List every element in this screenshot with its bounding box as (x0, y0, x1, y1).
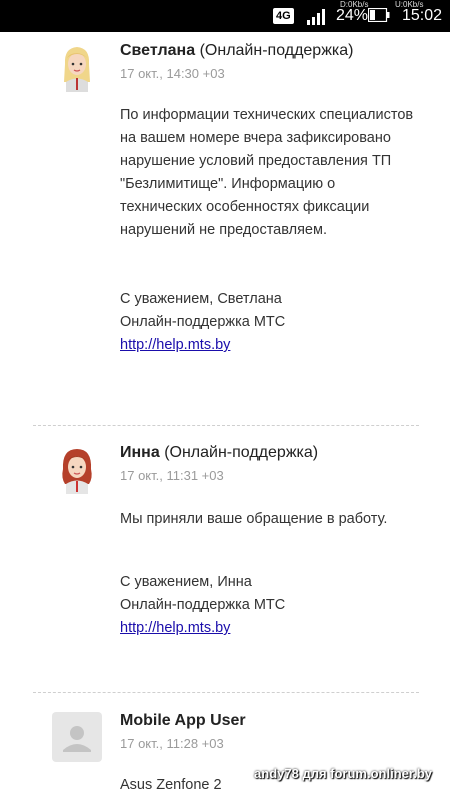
message-body: По информации технических специалистов н… (120, 104, 420, 357)
signature-line: С уважением, Инна (120, 574, 252, 590)
message-date: 17 окт., 11:28 +03 (120, 736, 224, 751)
signature-line: Онлайн-поддержка МТС (120, 597, 286, 613)
message-paragraph: Мы приняли ваше обращение в работу. (120, 511, 388, 527)
agent-avatar-icon (62, 449, 92, 494)
message-divider (33, 692, 419, 693)
signal-icon (307, 9, 325, 25)
message-date: 17 окт., 11:31 +03 (120, 468, 224, 483)
clock: 15:02 (402, 7, 443, 24)
user-avatar-icon (52, 712, 102, 762)
message-author: Mobile App User (120, 712, 246, 729)
message-body: Мы приняли ваше обращение в работу. С ув… (120, 508, 420, 640)
battery-percent: 24% (336, 7, 369, 24)
battery-icon (368, 8, 390, 22)
network-type-badge: 4G (273, 8, 294, 24)
help-link[interactable]: http://help.mts.by (120, 337, 230, 353)
message-divider (33, 425, 419, 426)
message-author: Светлана (Онлайн-поддержка) (120, 42, 354, 59)
signature-line: Онлайн-поддержка МТС (120, 314, 286, 330)
watermark: andy78 для forum.onliner.by (254, 766, 432, 781)
status-bar: 4G D:0Kb/s 24% U:0Kb/s 15:02 (0, 0, 450, 32)
message-paragraph: По информации технических специалистов н… (120, 107, 414, 238)
agent-avatar-icon (64, 47, 90, 92)
signature-line: С уважением, Светлана (120, 291, 282, 307)
help-link[interactable]: http://help.mts.by (120, 620, 230, 636)
message-date: 17 окт., 14:30 +03 (120, 66, 225, 81)
message-author: Инна (Онлайн-поддержка) (120, 444, 319, 461)
